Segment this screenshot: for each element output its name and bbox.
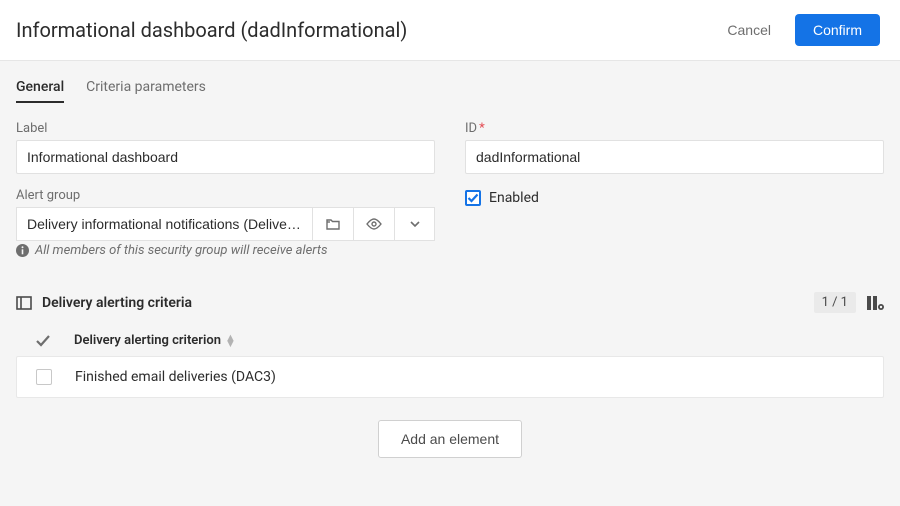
label-input[interactable] [16, 140, 435, 174]
header-check-column [34, 334, 52, 348]
alert-group-field: Alert group [16, 188, 435, 258]
cancel-button[interactable]: Cancel [721, 21, 777, 39]
alert-group-dropdown-button[interactable] [395, 207, 435, 241]
confirm-button[interactable]: Confirm [795, 14, 880, 46]
enabled-field: Enabled [465, 190, 884, 206]
add-element-button[interactable]: Add an element [378, 420, 522, 458]
label-field-label: Label [16, 121, 435, 136]
id-input[interactable] [465, 140, 884, 174]
enabled-label: Enabled [489, 190, 539, 206]
table-row[interactable]: Finished email deliveries (DAC3) [16, 356, 884, 398]
required-indicator: * [479, 121, 485, 136]
form-right-column: ID* Enabled [465, 121, 884, 258]
alert-group-helper: All members of this security group will … [16, 243, 435, 258]
form-left-column: Label Alert group [16, 121, 435, 258]
criteria-list-header: Delivery alerting criterion ▲▼ [16, 325, 884, 356]
sort-icon: ▲▼ [225, 335, 236, 347]
columns-settings-icon [866, 295, 884, 311]
alert-group-input[interactable] [16, 207, 312, 241]
id-field: ID* [465, 121, 884, 174]
row-label: Finished email deliveries (DAC3) [75, 369, 276, 385]
criteria-section-title: Delivery alerting criteria [42, 295, 804, 311]
enabled-checkbox[interactable] [465, 190, 481, 206]
criteria-column-header-text: Delivery alerting criterion [74, 333, 221, 348]
dialog-content: General Criteria parameters Label Alert … [0, 61, 900, 506]
criteria-section-header: Delivery alerting criteria 1 / 1 [16, 292, 884, 313]
alert-group-combo [16, 207, 435, 241]
info-icon [16, 244, 29, 257]
alert-group-helper-text: All members of this security group will … [35, 243, 328, 258]
form-grid: Label Alert group [16, 121, 884, 258]
tabs: General Criteria parameters [16, 61, 884, 103]
dialog-title: Informational dashboard (dadInformationa… [16, 18, 721, 42]
layout-icon [16, 296, 32, 310]
id-field-label: ID* [465, 121, 884, 136]
tab-criteria-parameters[interactable]: Criteria parameters [86, 73, 206, 103]
criteria-pager: 1 / 1 [814, 292, 856, 313]
chevron-down-icon [409, 220, 421, 228]
alert-group-field-label: Alert group [16, 188, 435, 203]
eye-icon [366, 218, 382, 230]
folder-icon [326, 218, 340, 230]
header-actions: Cancel Confirm [721, 14, 880, 46]
criteria-column-header[interactable]: Delivery alerting criterion ▲▼ [74, 333, 236, 348]
row-check-column [35, 369, 53, 385]
tab-general[interactable]: General [16, 73, 64, 103]
add-element-row: Add an element [16, 420, 884, 458]
alert-group-view-button[interactable] [354, 207, 394, 241]
check-icon [35, 334, 51, 348]
alert-group-folder-button[interactable] [313, 207, 353, 241]
dialog-header: Informational dashboard (dadInformationa… [0, 0, 900, 61]
criteria-list: Delivery alerting criterion ▲▼ Finished … [16, 325, 884, 398]
label-field: Label [16, 121, 435, 174]
columns-settings-button[interactable] [866, 295, 884, 311]
id-field-label-text: ID [465, 121, 477, 136]
check-icon [467, 193, 479, 203]
row-checkbox[interactable] [36, 369, 52, 385]
